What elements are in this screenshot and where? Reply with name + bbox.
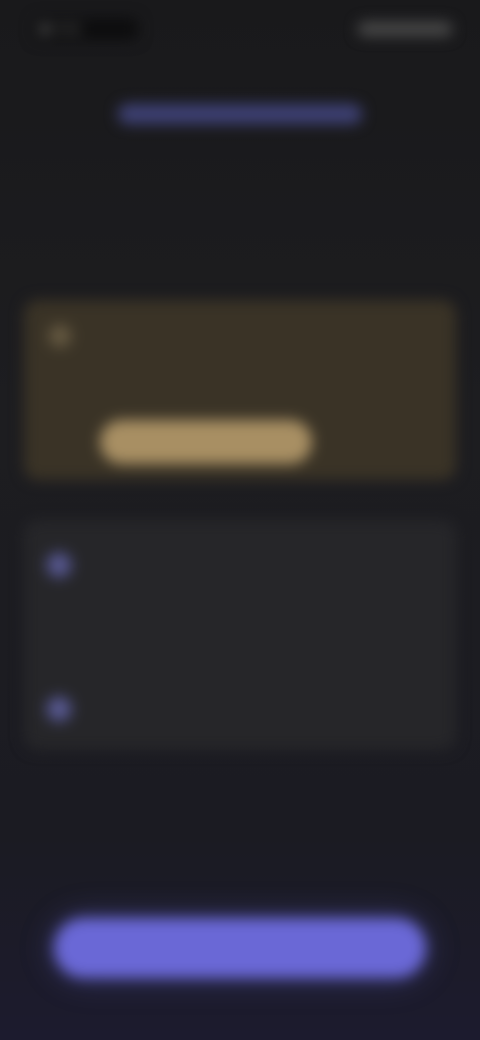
warning-button[interactable] [100,420,312,464]
status-dot-icon [40,24,50,34]
warning-icon: ! [48,324,72,348]
status-time-text: 9:41 [56,21,82,36]
warning-card: ! [24,300,456,480]
top-banner[interactable] [118,104,362,124]
step-1-icon: 1 [46,552,72,578]
blurred-content: 9:41 ! 1 2 [0,0,480,1040]
steps-card: 1 2 [24,520,456,750]
status-time: 9:41 [34,18,138,40]
status-bar: 9:41 [0,14,480,44]
step-2-icon: 2 [46,696,72,722]
status-icons [358,22,452,36]
primary-button[interactable] [54,918,426,978]
app-screen: 9:41 ! 1 2 [0,0,480,1040]
